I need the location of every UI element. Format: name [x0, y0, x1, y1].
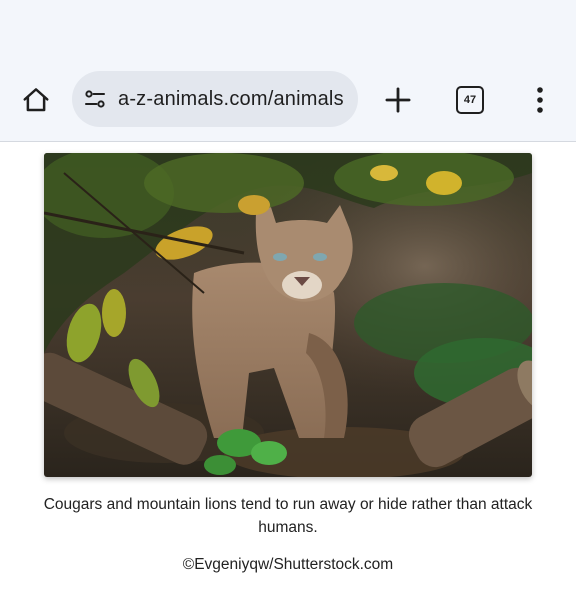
address-bar[interactable]: a-z-animals.com/animals — [72, 71, 358, 127]
tab-switcher-icon: 47 — [456, 86, 484, 114]
tune-icon[interactable] — [82, 86, 108, 112]
plus-icon — [385, 87, 411, 113]
browser-toolbar: a-z-animals.com/animals 47 — [0, 0, 576, 142]
home-icon — [23, 88, 49, 112]
home-button[interactable] — [16, 80, 56, 120]
new-tab-button[interactable] — [378, 80, 418, 120]
image-caption: Cougars and mountain lions tend to run a… — [43, 496, 533, 536]
tab-switcher-button[interactable]: 47 — [450, 80, 490, 120]
url-text[interactable]: a-z-animals.com/animals — [118, 88, 350, 111]
more-vert-icon — [537, 87, 543, 113]
tab-count: 47 — [463, 94, 477, 106]
image-credit: ©Evgeniyqw/Shutterstock.com — [182, 556, 394, 573]
overflow-menu-button[interactable] — [520, 80, 560, 120]
cougar-photo — [44, 153, 532, 477]
cougar-image — [44, 153, 532, 477]
